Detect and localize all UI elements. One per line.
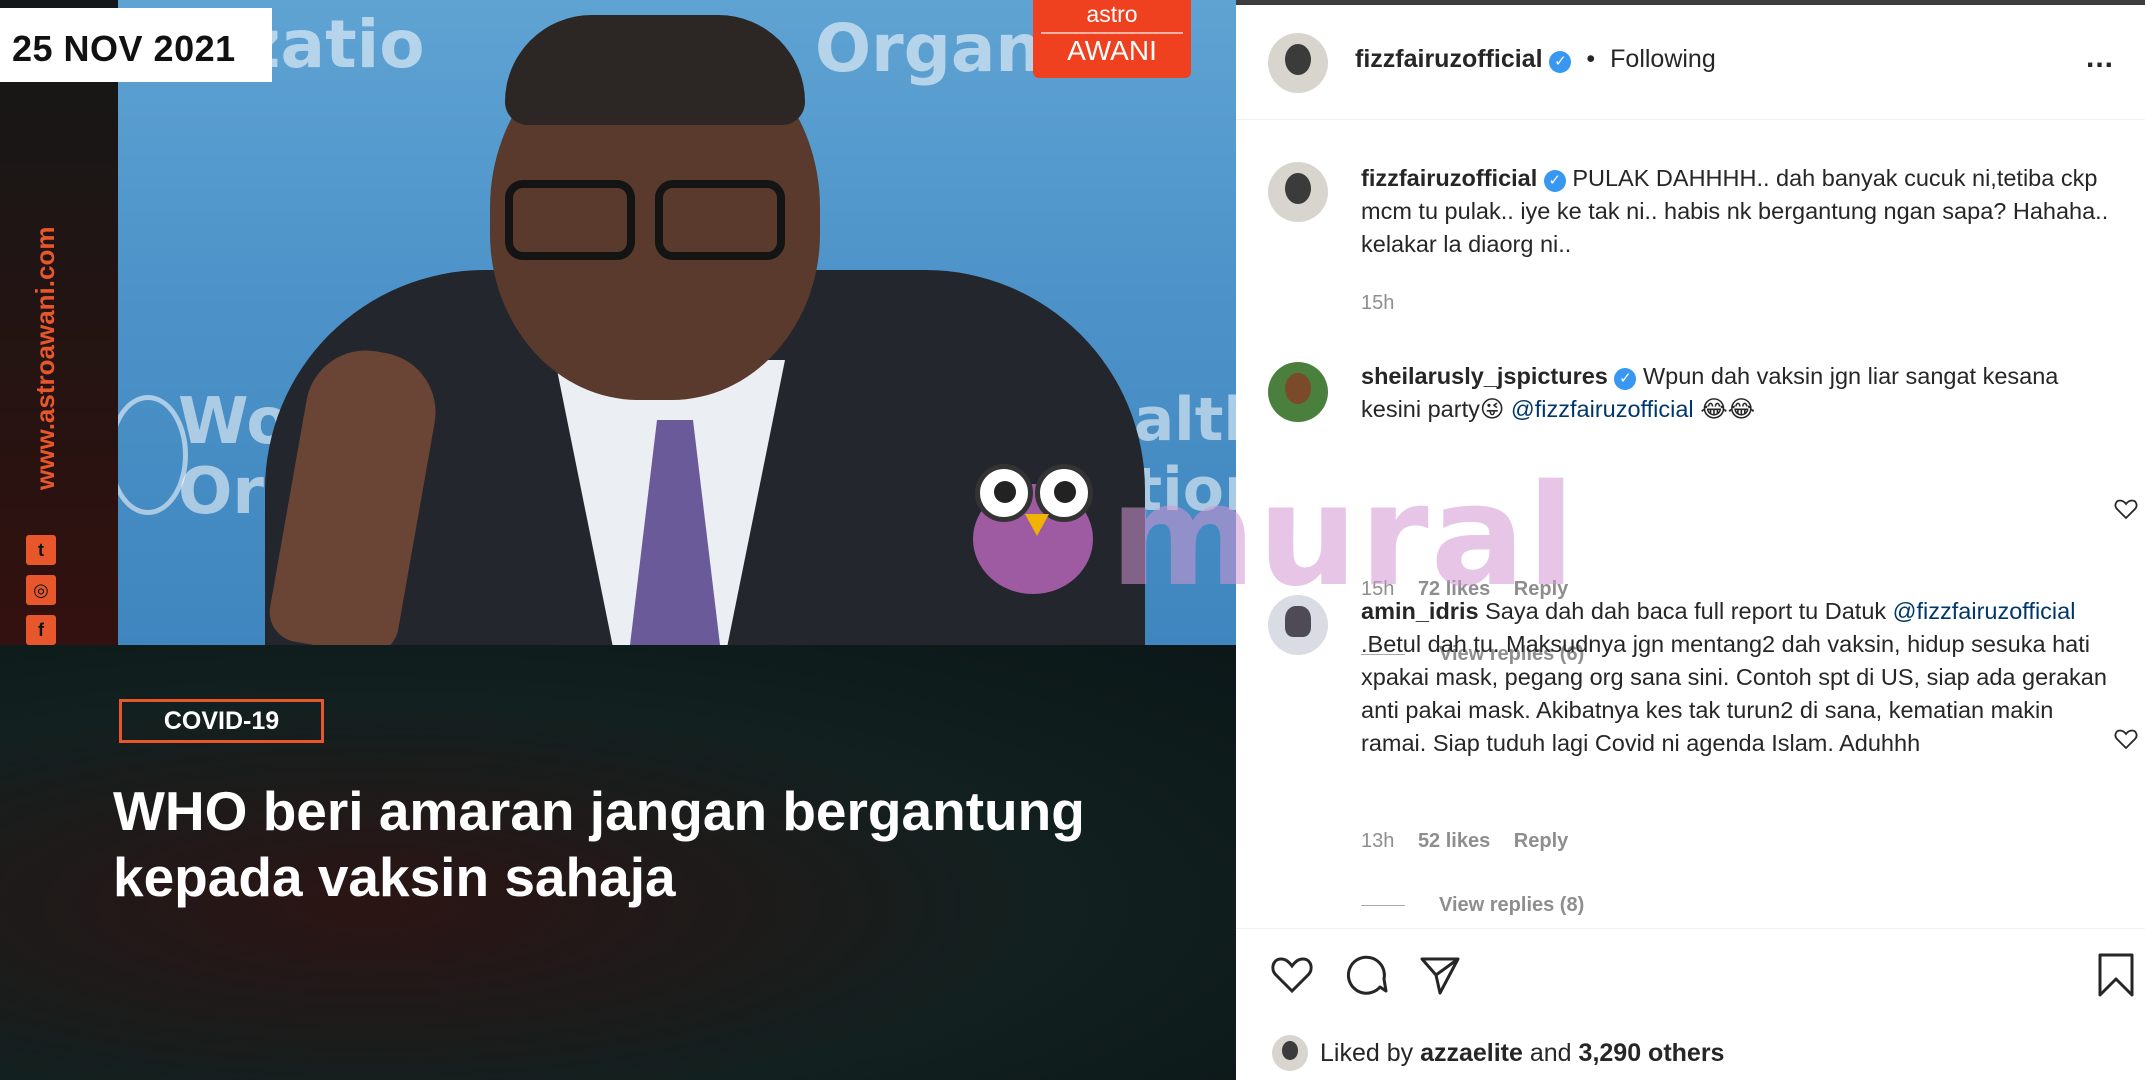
instagram-icon: ◎ xyxy=(26,575,56,605)
comment-time[interactable]: 13h xyxy=(1361,830,1394,852)
bookmark-icon[interactable] xyxy=(2092,951,2140,999)
username-link[interactable]: amin_idris xyxy=(1361,598,1479,624)
headline-line-2: kepada vaksin sahaja xyxy=(113,846,676,908)
avatar[interactable] xyxy=(1268,362,1328,422)
vertical-url: www.astroawani.com xyxy=(30,150,64,490)
liked-and: and xyxy=(1529,1039,1572,1067)
like-comment-heart-icon[interactable] xyxy=(2114,728,2138,750)
comment-emoji: 😂😂 xyxy=(1700,396,1756,422)
url-text: www.astroawani.com xyxy=(30,226,60,490)
liked-prefix: Liked by xyxy=(1320,1039,1414,1067)
more-options-icon[interactable]: ... xyxy=(2086,41,2114,75)
username-link[interactable]: fizzfairuzofficial xyxy=(1355,45,1543,73)
view-replies-button[interactable]: View replies (8) xyxy=(1361,894,1584,917)
facebook-icon: f xyxy=(26,615,56,645)
glasses-icon xyxy=(505,180,635,260)
comment-icon[interactable] xyxy=(1342,951,1390,999)
headline: WHO beri amaran jangan bergantung kepada… xyxy=(113,778,1223,910)
twitter-icon: t xyxy=(26,535,56,565)
like-heart-icon[interactable] xyxy=(1268,951,1316,999)
reply-button[interactable]: Reply xyxy=(1514,830,1568,852)
comment-text: amin_idris Saya dah dah baca full report… xyxy=(1361,595,2121,760)
logo-line-2: AWANI xyxy=(1041,32,1183,68)
who-emblem-icon xyxy=(108,395,188,515)
caption-text: fizzfairuzofficial ✓ PULAK DAHHHH.. dah … xyxy=(1361,162,2121,261)
mention-link[interactable]: @fizzfairuzofficial xyxy=(1893,598,2076,624)
avatar[interactable] xyxy=(1268,595,1328,655)
category-tag: COVID-19 xyxy=(119,699,324,743)
backdrop-text: Organ xyxy=(815,10,1043,87)
post-header: fizzfairuzofficial ✓ • Following ... xyxy=(1236,5,2145,120)
liked-others-link[interactable]: 3,290 others xyxy=(1579,1039,1725,1067)
avatar[interactable] xyxy=(1268,33,1328,93)
comments-list: fizzfairuzofficial ✓ PULAK DAHHHH.. dah … xyxy=(1236,120,2145,928)
mention-link[interactable]: @fizzfairuzofficial xyxy=(1511,396,1694,422)
comment-time[interactable]: 15h xyxy=(1361,292,1394,315)
liked-user-link[interactable]: azzaelite xyxy=(1420,1039,1523,1067)
action-bar: Liked by azzaelite and 3,290 others xyxy=(1236,928,2145,1080)
avatar[interactable] xyxy=(1272,1035,1308,1071)
glasses-icon xyxy=(655,180,785,260)
post-image: anizatio Organ Wor Org ealth ation 25 NO… xyxy=(0,0,1236,1080)
separator: • xyxy=(1586,45,1596,73)
comment-meta: 13h 52 likes Reply xyxy=(1361,830,1568,853)
astro-awani-logo: astro AWANI xyxy=(1033,0,1191,78)
headline-line-1: WHO beri amaran jangan bergantung xyxy=(113,780,1085,842)
speaker-hair xyxy=(505,15,805,125)
comment-likes[interactable]: 52 likes xyxy=(1418,830,1490,852)
following-button[interactable]: Following xyxy=(1610,45,1716,73)
verified-badge-icon: ✓ xyxy=(1543,170,1566,192)
verified-badge-icon: ✓ xyxy=(1614,368,1637,390)
date-badge: 25 NOV 2021 xyxy=(0,8,272,82)
post-details-panel: fizzfairuzofficial ✓ • Following ... fiz… xyxy=(1236,0,2145,1080)
comment-body: Saya dah dah baca full report tu Datuk xyxy=(1485,598,1887,624)
likes-summary: Liked by azzaelite and 3,290 others xyxy=(1320,1039,1724,1068)
logo-line-1: astro xyxy=(1086,1,1138,27)
header-user: fizzfairuzofficial ✓ • Following xyxy=(1355,45,1716,74)
comment-body: .Betul dah tu. Maksudnya jgn mentang2 da… xyxy=(1361,631,2107,756)
avatar[interactable] xyxy=(1268,162,1328,222)
comment-text: sheilarusly_jspictures ✓ Wpun dah vaksin… xyxy=(1361,360,2121,426)
username-link[interactable]: fizzfairuzofficial xyxy=(1361,165,1537,191)
verified-badge-icon: ✓ xyxy=(1549,51,1572,73)
share-icon[interactable] xyxy=(1416,951,1464,999)
like-comment-heart-icon[interactable] xyxy=(2114,498,2138,520)
username-link[interactable]: sheilarusly_jspictures xyxy=(1361,363,1608,389)
